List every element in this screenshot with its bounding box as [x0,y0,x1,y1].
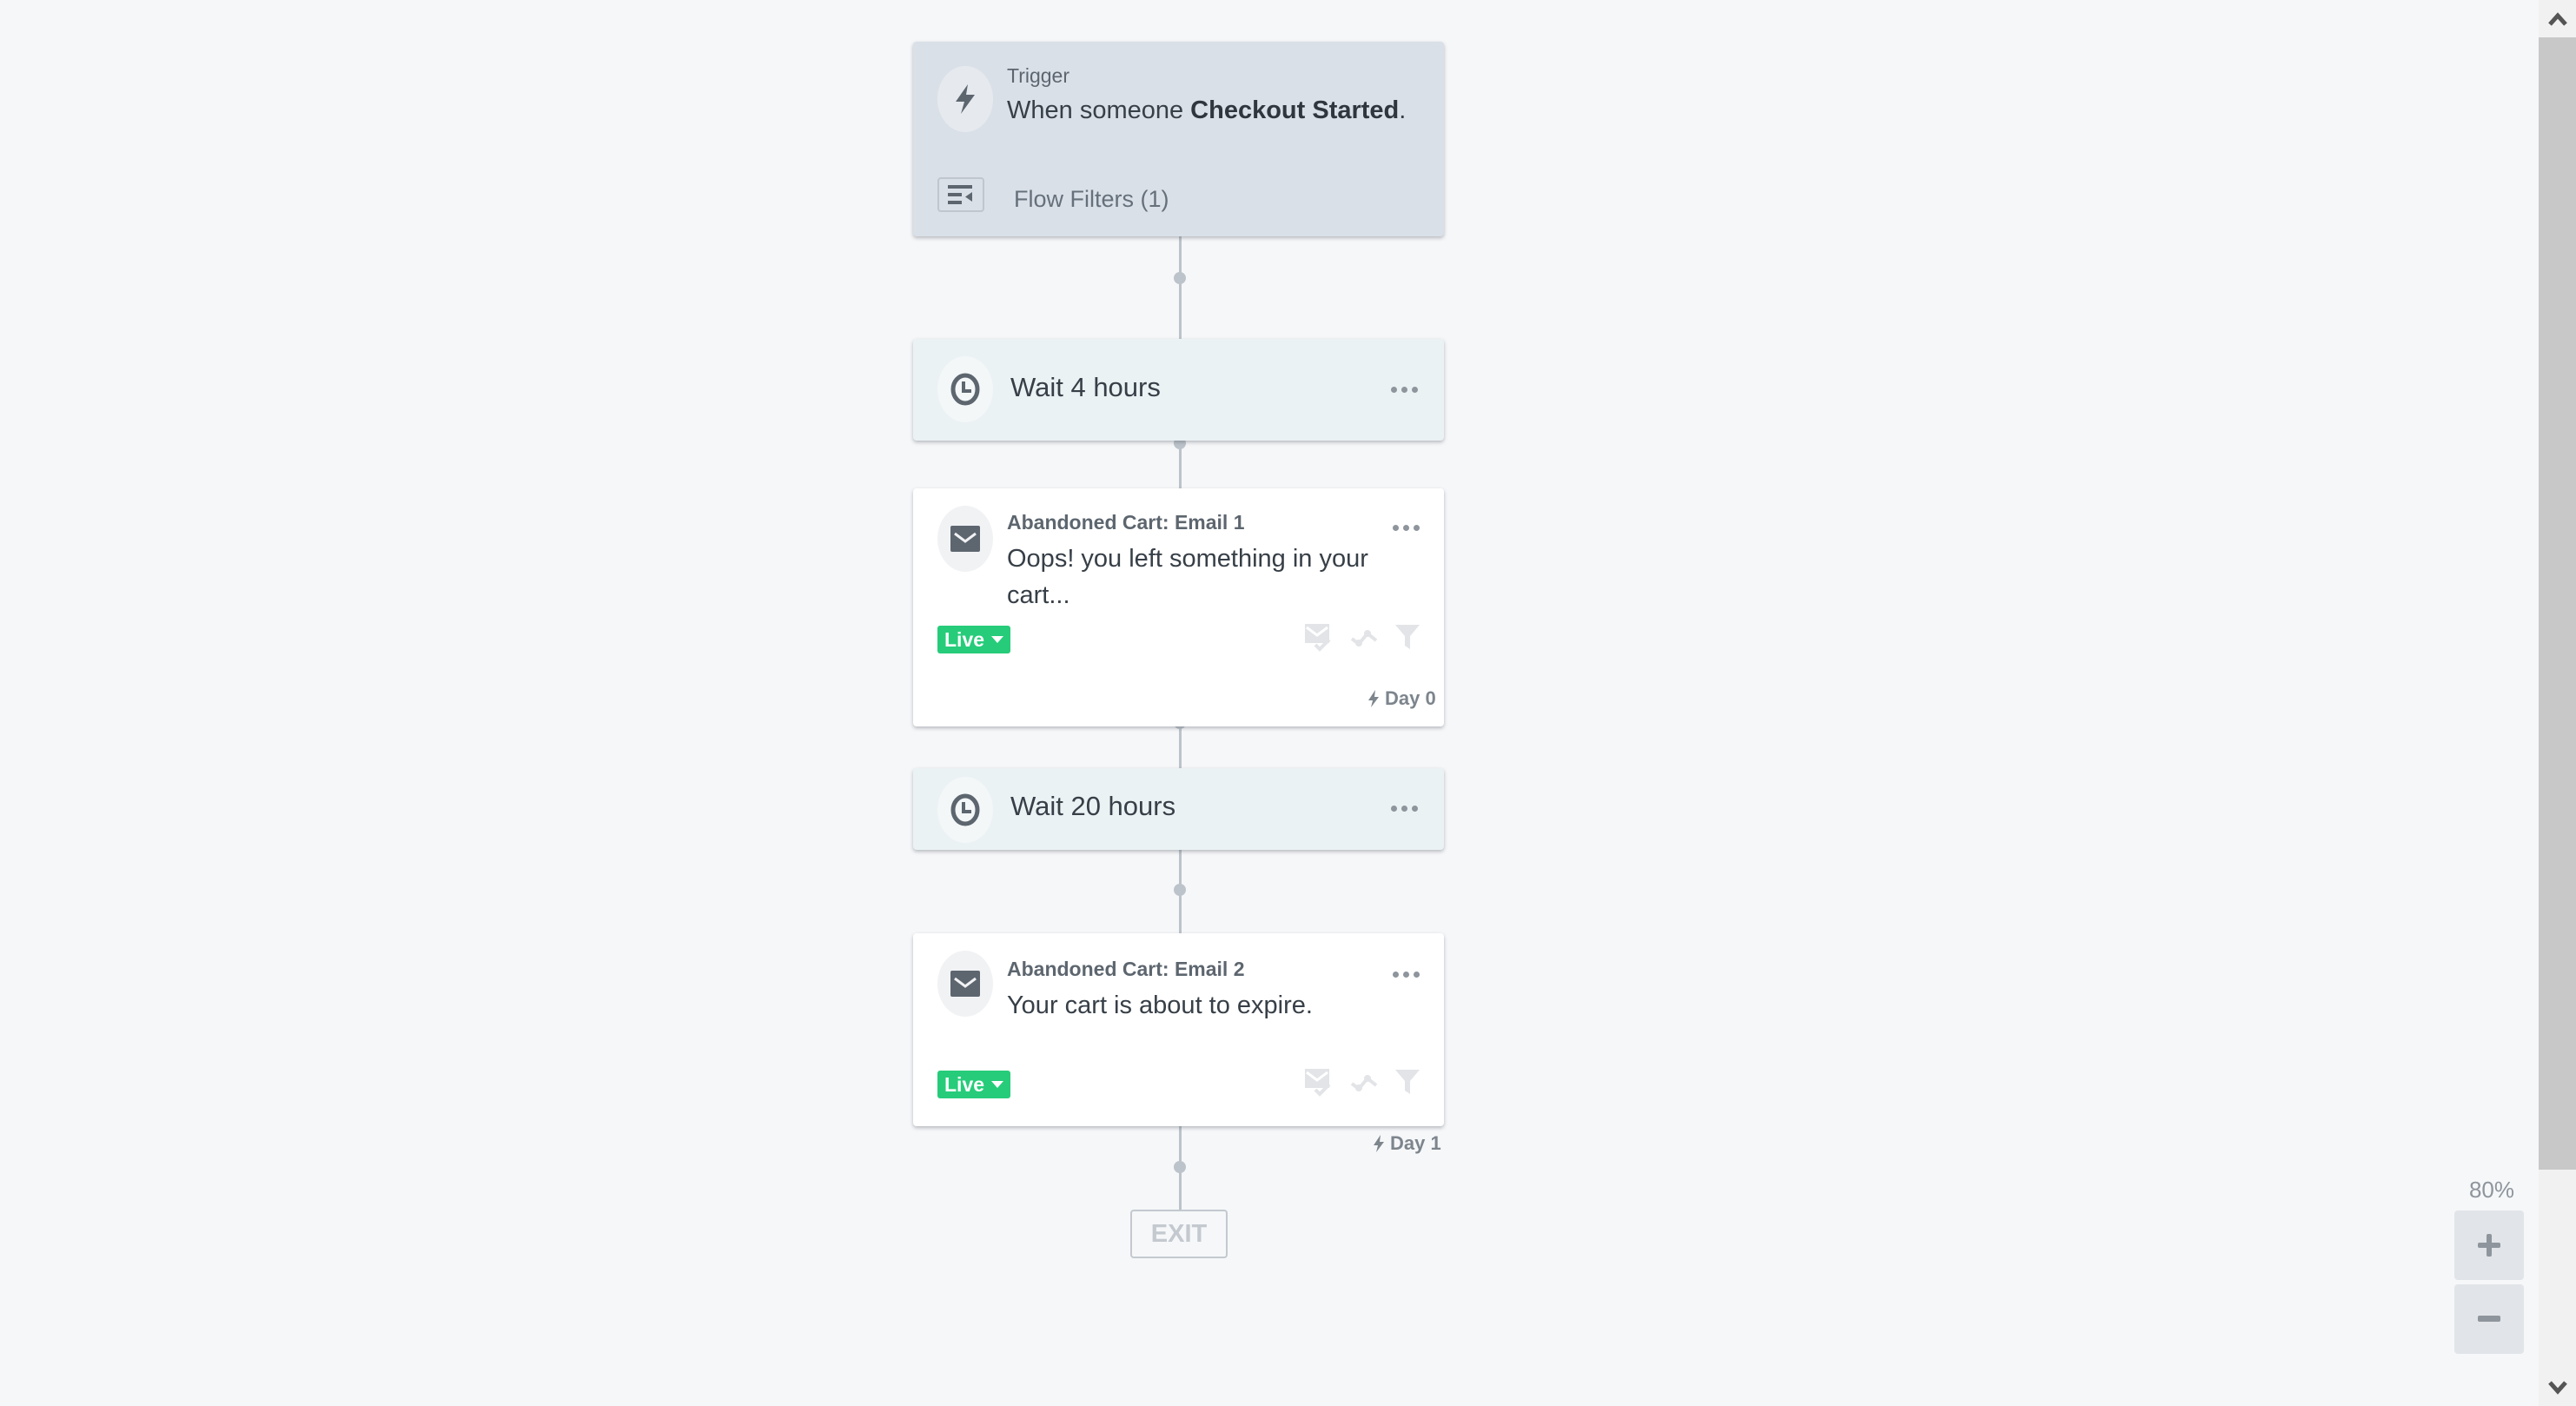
lightning-icon [937,66,993,132]
caret-down-icon [991,636,1004,643]
trigger-text-prefix: When someone [1007,96,1191,124]
zoom-level: 80% [2468,1177,2515,1203]
exit-node: EXIT [1130,1210,1228,1258]
day-indicator: Day 0 [1367,687,1436,710]
email-subject: Your cart is about to expire. [1007,991,1313,1019]
connector-add-point[interactable] [1174,884,1186,896]
clock-icon [937,356,993,422]
zoom-out-button[interactable] [2454,1284,2524,1354]
wait-step-label: Wait 20 hours [1010,791,1176,821]
more-options-icon[interactable] [1393,972,1420,978]
filter-icon[interactable] [1395,625,1420,649]
connector-line [1179,236,1182,339]
email-preview-check-icon[interactable] [1303,622,1334,652]
lightning-icon [1374,1135,1384,1152]
more-options-icon[interactable] [1391,806,1418,812]
connector-add-point[interactable] [1174,1161,1186,1173]
minus-icon [2478,1316,2500,1322]
flow-canvas[interactable]: Trigger When someone Checkout Started. F… [0,0,2539,1406]
email-step-card[interactable]: Abandoned Cart: Email 1 Oops! you left s… [913,488,1444,726]
email-tools [1303,622,1420,652]
smart-sending-icon[interactable] [1350,1071,1380,1092]
connector-add-point[interactable] [1174,272,1186,284]
plus-icon [2478,1234,2500,1257]
email-step-card[interactable]: Abandoned Cart: Email 2 Your cart is abo… [913,933,1444,1126]
wait-step-card[interactable]: Wait 4 hours [913,339,1444,441]
lightning-icon [1368,690,1379,707]
wait-step-label: Wait 4 hours [1010,372,1161,402]
trigger-text-suffix: . [1399,96,1407,124]
email-title: Abandoned Cart: Email 1 [1007,511,1245,534]
day-indicator: Day 1 [1373,1132,1441,1155]
flow-filters-icon[interactable] [937,177,984,212]
more-options-icon[interactable] [1393,525,1420,531]
email-title: Abandoned Cart: Email 2 [1007,958,1245,980]
trigger-event-name: Checkout Started [1190,96,1400,124]
trigger-label: Trigger [1007,64,1069,87]
wait-step-card[interactable]: Wait 20 hours [913,768,1444,850]
day-label-text: Day 0 [1385,687,1436,709]
email-tools [1303,1067,1420,1097]
trigger-description: When someone Checkout Started. [1007,92,1406,129]
status-dropdown[interactable]: Live [937,1071,1011,1098]
email-subject: Oops! you left something in your cart... [1007,545,1368,609]
status-label: Live [944,1072,985,1096]
envelope-icon [937,951,993,1017]
connector-line [1179,726,1182,768]
day-label-text: Day 1 [1390,1132,1441,1154]
trigger-card[interactable]: Trigger When someone Checkout Started. F… [913,42,1444,236]
status-dropdown[interactable]: Live [937,626,1011,653]
scroll-up-arrow-icon[interactable] [2539,0,2576,37]
more-options-icon[interactable] [1391,387,1418,393]
scroll-down-arrow-icon[interactable] [2539,1369,2576,1406]
status-label: Live [944,627,985,651]
zoom-in-button[interactable] [2454,1210,2524,1280]
scrollbar-thumb[interactable] [2539,37,2576,1170]
email-preview-check-icon[interactable] [1303,1067,1334,1097]
clock-icon [937,777,993,843]
envelope-icon [937,506,993,572]
smart-sending-icon[interactable] [1350,627,1380,647]
filter-icon[interactable] [1395,1070,1420,1094]
flow-filters-link[interactable]: Flow Filters (1) [1014,186,1169,213]
vertical-scrollbar[interactable] [2539,0,2576,1406]
caret-down-icon [991,1081,1004,1088]
